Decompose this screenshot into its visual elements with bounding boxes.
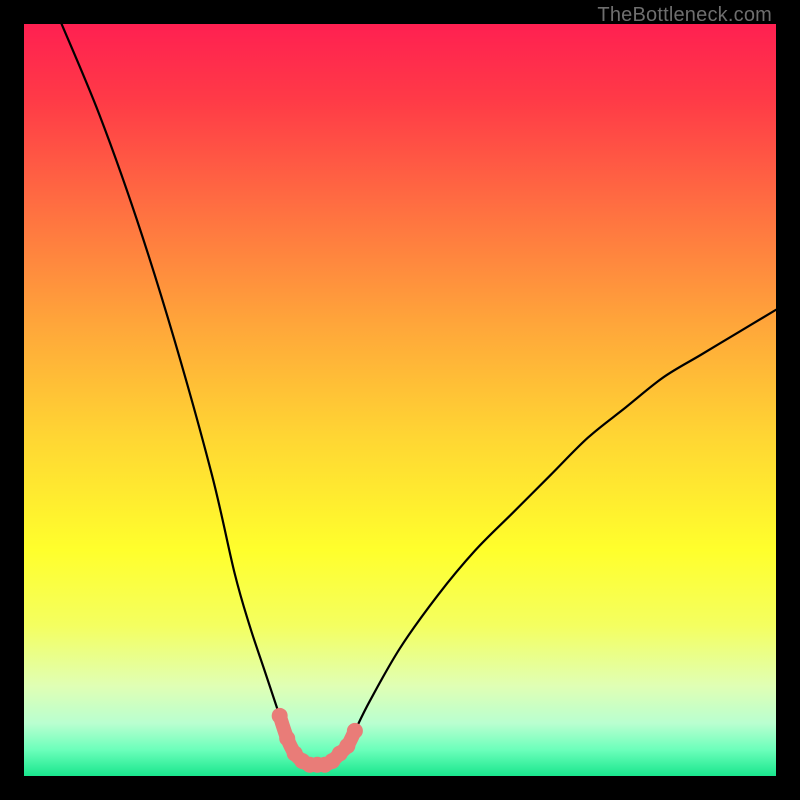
gradient-background xyxy=(24,24,776,776)
valley-point xyxy=(347,723,363,739)
valley-point xyxy=(279,730,295,746)
chart-svg xyxy=(24,24,776,776)
valley-point xyxy=(339,738,355,754)
chart-frame xyxy=(24,24,776,776)
valley-point xyxy=(272,708,288,724)
watermark-text: TheBottleneck.com xyxy=(597,4,772,27)
